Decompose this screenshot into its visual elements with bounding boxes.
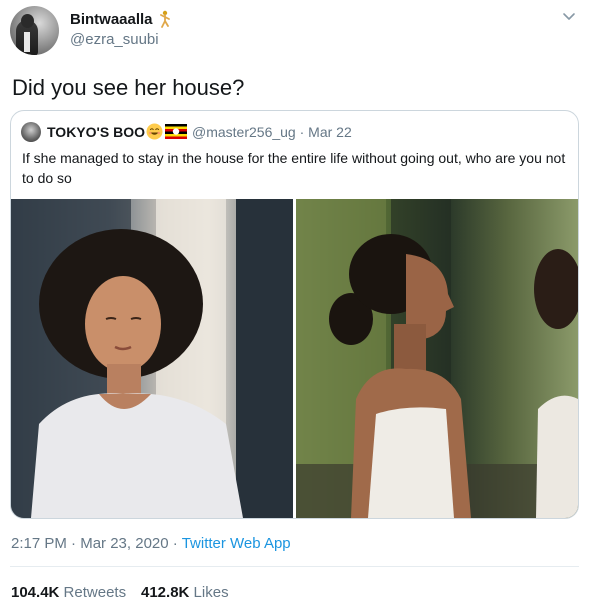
quoted-tweet-card[interactable]: TOKYO'S BOO @master256_ug · Mar 22 If sh… xyxy=(10,110,579,519)
author-avatar[interactable] xyxy=(10,6,59,55)
tweet-text: Did you see her house? xyxy=(12,75,245,100)
quoted-separator: · xyxy=(299,124,305,140)
quoted-media-grid xyxy=(11,199,578,518)
likes-label: Likes xyxy=(193,584,229,601)
chevron-down-icon[interactable] xyxy=(562,12,576,22)
meta-separator-2: · xyxy=(172,535,178,552)
avatar-shirt xyxy=(24,32,30,52)
tweet-time[interactable]: 2:17 PM xyxy=(11,535,67,552)
photo-girl-profile-white-tank[interactable] xyxy=(296,199,578,518)
retweets-count: 104.4K xyxy=(11,584,60,601)
meta-separator: · xyxy=(71,535,77,552)
photo-left-illustration xyxy=(11,199,293,518)
divider xyxy=(10,566,579,567)
quoted-tweet-text: If she managed to stay in the house for … xyxy=(22,150,566,186)
quoted-date: Mar 22 xyxy=(308,124,352,140)
likes-stat[interactable]: 412.8K Likes xyxy=(141,584,229,601)
dancing-figure-emoji-icon xyxy=(160,10,170,28)
tweet-meta: 2:17 PM · Mar 23, 2020 · Twitter Web App xyxy=(11,535,291,552)
author-display-name[interactable]: Bintwaaalla xyxy=(70,11,153,28)
tweet-source-link[interactable]: Twitter Web App xyxy=(182,535,291,552)
tweet-date[interactable]: Mar 23, 2020 xyxy=(80,535,168,552)
quoted-author-avatar xyxy=(21,122,41,142)
photo-girl-curly-hair-white-tee[interactable] xyxy=(11,199,293,518)
quoted-handle-and-date: @master256_ug · Mar 22 xyxy=(192,124,352,140)
photo-right-illustration xyxy=(296,199,578,518)
retweets-label: Retweets xyxy=(63,584,127,601)
tweet-container: Bintwaaalla @ezra_suubi Did you see her … xyxy=(0,0,589,604)
quoted-handle: @master256_ug xyxy=(192,124,296,140)
likes-count: 412.8K xyxy=(141,584,190,601)
uganda-flag-emoji-icon xyxy=(165,124,187,139)
retweets-stat[interactable]: 104.4K Retweets xyxy=(11,584,126,601)
smiling-face-emoji-icon xyxy=(146,123,163,140)
avatar-head xyxy=(21,14,34,28)
author-handle[interactable]: @ezra_suubi xyxy=(70,31,159,48)
quoted-display-name: TOKYO'S BOO xyxy=(47,124,145,140)
